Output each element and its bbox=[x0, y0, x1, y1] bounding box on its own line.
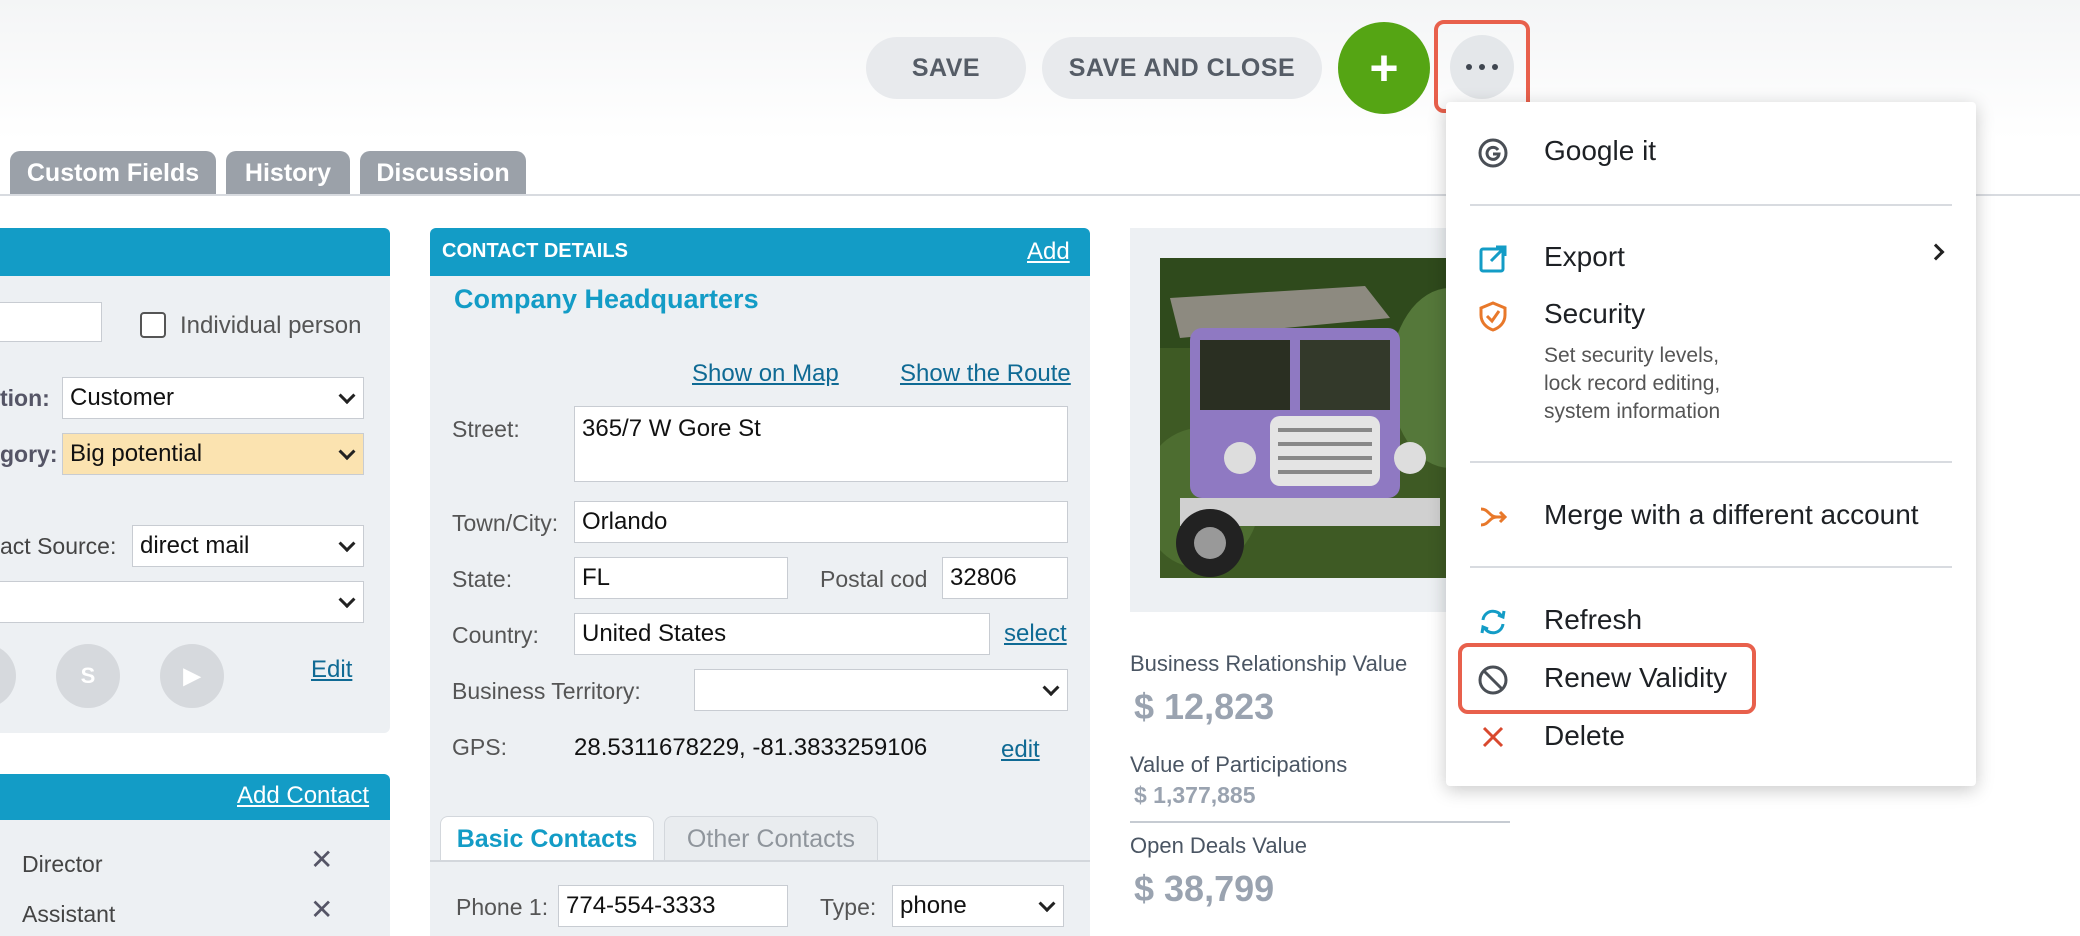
chevron-down-icon bbox=[338, 443, 356, 461]
delete-close-icon bbox=[1476, 720, 1510, 754]
save-button[interactable]: SAVE bbox=[866, 37, 1026, 99]
youtube-icon[interactable]: ▶ bbox=[160, 644, 224, 708]
security-desc-line: lock record editing, bbox=[1544, 372, 1721, 395]
name-field[interactable] bbox=[0, 302, 102, 342]
plus-icon: + bbox=[1369, 40, 1399, 96]
add-button[interactable]: + bbox=[1338, 22, 1430, 114]
social-edit-link[interactable]: Edit bbox=[311, 656, 352, 684]
business-relationship-value-label: Business Relationship Value bbox=[1130, 651, 1408, 676]
street-label: Street: bbox=[452, 416, 520, 442]
tab-custom-fields[interactable]: Custom Fields bbox=[10, 151, 216, 195]
extra-select[interactable] bbox=[0, 581, 364, 623]
postal-code-label: Postal cod bbox=[820, 566, 928, 592]
menu-item-refresh[interactable]: Refresh bbox=[1544, 604, 1642, 636]
chevron-down-icon bbox=[338, 535, 356, 553]
street-field[interactable]: 365/7 W Gore St bbox=[574, 406, 1068, 482]
security-description: Set security levels, lock record editing… bbox=[1544, 342, 1804, 426]
security-desc-line: Set security levels, bbox=[1544, 344, 1720, 367]
remove-contact-close-icon[interactable]: ✕ bbox=[310, 843, 333, 876]
value-of-participations: $ 1,377,885 bbox=[1134, 782, 1256, 808]
gps-edit-link[interactable]: edit bbox=[1001, 736, 1040, 764]
add-contact-link[interactable]: Add Contact bbox=[237, 782, 369, 810]
menu-item-renew-validity[interactable]: Renew Validity bbox=[1544, 662, 1727, 694]
more-horizontal-icon bbox=[1450, 34, 1514, 99]
tab-basic-contacts[interactable]: Basic Contacts bbox=[440, 816, 654, 862]
phone-type-label: Type: bbox=[820, 894, 877, 920]
more-actions-button[interactable] bbox=[1434, 20, 1530, 113]
menu-divider bbox=[1470, 566, 1952, 568]
relation-select[interactable]: Customer bbox=[62, 377, 364, 419]
gps-value: 28.5311678229, -81.3833259106 bbox=[574, 734, 928, 761]
contact-source-label: act Source: bbox=[0, 533, 117, 559]
refresh-icon bbox=[1476, 605, 1510, 639]
individual-person-checkbox[interactable] bbox=[140, 312, 166, 338]
country-field[interactable]: United States bbox=[574, 613, 990, 655]
individual-person-label: Individual person bbox=[180, 312, 362, 339]
tab-discussion[interactable]: Discussion bbox=[360, 151, 526, 195]
state-label: State: bbox=[452, 566, 513, 592]
contact-role: Assistant bbox=[22, 901, 116, 927]
open-deals-value-label: Open Deals Value bbox=[1130, 833, 1307, 858]
category-label: gory: bbox=[0, 441, 58, 467]
country-select-link[interactable]: select bbox=[1004, 620, 1067, 648]
postal-code-field[interactable]: 32806 bbox=[942, 557, 1068, 599]
show-route-link[interactable]: Show the Route bbox=[900, 360, 1071, 388]
chevron-down-icon bbox=[1038, 895, 1056, 913]
value-of-participations-label: Value of Participations bbox=[1130, 752, 1348, 777]
town-field[interactable]: Orlando bbox=[574, 501, 1068, 543]
subtab-divider bbox=[430, 860, 1090, 862]
export-icon bbox=[1476, 242, 1510, 276]
category-value: Big potential bbox=[70, 440, 203, 467]
block-icon bbox=[1476, 663, 1510, 697]
show-on-map-link[interactable]: Show on Map bbox=[692, 360, 839, 388]
menu-item-export[interactable]: Export bbox=[1544, 241, 1625, 273]
menu-item-delete[interactable]: Delete bbox=[1544, 720, 1625, 752]
phone-label: Phone 1: bbox=[456, 894, 549, 920]
shield-icon bbox=[1476, 299, 1510, 333]
tab-history[interactable]: History bbox=[226, 151, 350, 195]
menu-divider bbox=[1470, 461, 1952, 463]
relation-value: Customer bbox=[70, 384, 175, 411]
add-contact-detail-link[interactable]: Add bbox=[1027, 238, 1070, 266]
gps-label: GPS: bbox=[452, 734, 507, 760]
remove-contact-close-icon[interactable]: ✕ bbox=[310, 893, 333, 926]
state-field[interactable]: FL bbox=[574, 557, 788, 599]
tab-other-contacts[interactable]: Other Contacts bbox=[664, 816, 878, 862]
open-deals-value: $ 38,799 bbox=[1134, 868, 1275, 909]
business-relationship-value: $ 12,823 bbox=[1134, 686, 1275, 727]
contact-source-value: direct mail bbox=[140, 532, 250, 559]
address-title: Company Headquarters bbox=[454, 284, 759, 314]
save-and-close-button[interactable]: SAVE AND CLOSE bbox=[1042, 37, 1322, 99]
menu-divider bbox=[1470, 204, 1952, 206]
category-select[interactable]: Big potential bbox=[62, 433, 364, 475]
menu-item-merge[interactable]: Merge with a different account bbox=[1544, 499, 1919, 531]
contact-details-title: CONTACT DETAILS bbox=[442, 240, 628, 262]
relation-label: tion: bbox=[0, 385, 50, 411]
phone-type-value: phone bbox=[900, 892, 967, 919]
chevron-down-icon bbox=[338, 591, 356, 609]
country-label: Country: bbox=[452, 622, 539, 648]
menu-item-google-it[interactable]: Google it bbox=[1544, 135, 1656, 167]
contact-role: Director bbox=[22, 851, 103, 877]
phone-type-select[interactable]: phone bbox=[892, 885, 1064, 927]
town-label: Town/City: bbox=[452, 510, 559, 536]
chevron-down-icon bbox=[338, 387, 356, 405]
values-divider bbox=[1130, 821, 1510, 823]
security-desc-line: system information bbox=[1544, 400, 1721, 423]
account-info-header bbox=[0, 228, 390, 276]
phone-field[interactable]: 774-554-3333 bbox=[558, 885, 788, 927]
business-territory-label: Business Territory: bbox=[452, 678, 641, 704]
merge-icon bbox=[1476, 500, 1510, 534]
skype-icon[interactable]: S bbox=[56, 644, 120, 708]
chevron-down-icon bbox=[1042, 679, 1060, 697]
google-icon bbox=[1476, 136, 1510, 170]
contact-source-select[interactable]: direct mail bbox=[132, 525, 364, 567]
business-territory-select[interactable] bbox=[694, 669, 1068, 711]
menu-item-security[interactable]: Security bbox=[1544, 298, 1645, 330]
